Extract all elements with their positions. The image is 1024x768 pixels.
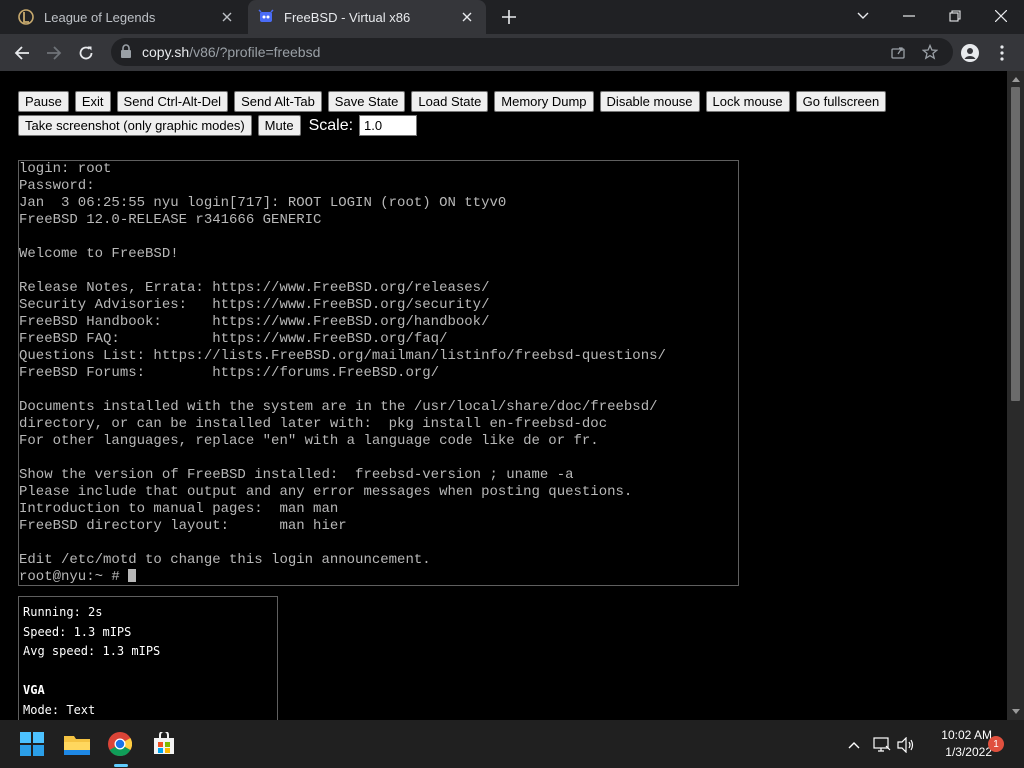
pause-button[interactable]: Pause <box>18 91 69 112</box>
browser-tab-strip: League of Legends FreeBSD - Virtual x86 <box>0 0 1024 34</box>
terminal-line: Jan 3 06:25:55 nyu login[717]: ROOT LOGI… <box>19 195 507 211</box>
disable-mouse-button[interactable]: Disable mouse <box>599 91 700 112</box>
terminal-line: Welcome to FreeBSD! <box>19 246 179 262</box>
notification-badge[interactable]: 1 <box>988 736 1004 752</box>
close-tab-icon[interactable] <box>458 8 476 26</box>
terminal-line: Show the version of FreeBSD installed: f… <box>19 467 574 483</box>
mute-button[interactable]: Mute <box>257 115 301 136</box>
network-icon[interactable] <box>873 736 891 754</box>
taskbar: 10:02 AM 1/3/2022 <box>0 720 1024 768</box>
windows-start-icon[interactable] <box>16 728 48 760</box>
profile-avatar-icon[interactable] <box>956 39 984 67</box>
terminal-line: directory, or can be installed later wit… <box>19 416 608 432</box>
page-scrollbar[interactable] <box>1007 71 1024 720</box>
volume-icon[interactable] <box>897 736 915 754</box>
url-text: copy.sh/v86/?profile=freebsd <box>142 44 320 60</box>
text-cursor <box>128 569 137 582</box>
controls-row-2: Take screenshot (only graphic modes) Mut… <box>18 115 418 136</box>
terminal-line: Questions List: https://lists.FreeBSD.or… <box>19 348 666 364</box>
tab-freebsd-virtual-x86[interactable]: FreeBSD - Virtual x86 <box>248 0 486 34</box>
new-tab-plus-icon[interactable] <box>499 7 519 27</box>
close-window-icon[interactable] <box>978 0 1024 32</box>
share-icon[interactable] <box>889 43 907 61</box>
page-content: Pause Exit Send Ctrl-Alt-Del Send Alt-Ta… <box>0 71 1007 720</box>
back-arrow-icon[interactable] <box>8 39 36 67</box>
emulator-info-panel: Running: 2s Speed: 1.3 mIPS Avg speed: 1… <box>18 596 278 720</box>
controls-row-1: Pause Exit Send Ctrl-Alt-Del Send Alt-Ta… <box>18 91 892 112</box>
scroll-up-arrow-icon[interactable] <box>1011 75 1020 84</box>
terminal-output: login: root Password: Jan 3 06:25:55 nyu l… <box>19 161 666 586</box>
speed-value: Speed: 1.3 mIPS <box>23 624 132 639</box>
avg-speed-value: Avg speed: 1.3 mIPS <box>23 644 161 658</box>
terminal-line: Edit /etc/motd to change this login anno… <box>19 552 431 568</box>
exit-button[interactable]: Exit <box>74 91 111 112</box>
terminal-line: Password: <box>19 178 95 194</box>
go-fullscreen-button[interactable]: Go fullscreen <box>795 91 887 112</box>
file-explorer-icon[interactable] <box>61 728 93 760</box>
tab-title: FreeBSD - Virtual x86 <box>284 9 411 25</box>
forward-arrow-icon[interactable] <box>40 39 68 67</box>
system-clock[interactable]: 10:02 AM 1/3/2022 <box>920 727 992 761</box>
tab-search-chevron-icon[interactable] <box>840 0 886 32</box>
emulator-screen[interactable]: login: root Password: Jan 3 06:25:55 nyu l… <box>18 160 739 586</box>
terminal-line: Release Notes, Errata: https://www.FreeB… <box>19 280 490 296</box>
show-hidden-icons-chevron-icon[interactable] <box>845 736 863 754</box>
terminal-line: Security Advisories: https://www.FreeBSD… <box>19 297 490 313</box>
terminal-line: Documents installed with the system are … <box>19 399 658 415</box>
v86-icon <box>258 9 274 25</box>
terminal-line: Introduction to manual pages: man man <box>19 501 339 517</box>
vga-heading: VGA <box>23 683 45 697</box>
terminal-line: For other languages, replace "en" with a… <box>19 433 599 449</box>
lock-icon[interactable] <box>120 44 132 63</box>
terminal-line: FreeBSD directory layout: man hier <box>19 518 347 534</box>
more-menu-icon[interactable] <box>988 39 1016 67</box>
shell-prompt: root@nyu:~ # <box>19 569 129 585</box>
memory-dump-button[interactable]: Memory Dump <box>494 91 594 112</box>
active-app-indicator <box>114 764 128 767</box>
send-ctrl-alt-del-button[interactable]: Send Ctrl-Alt-Del <box>116 91 229 112</box>
restore-icon[interactable] <box>932 0 978 32</box>
chrome-icon[interactable] <box>104 728 136 760</box>
address-bar[interactable]: copy.sh/v86/?profile=freebsd <box>111 38 953 66</box>
league-of-legends-icon <box>18 9 34 25</box>
url-path: /v86/?profile=freebsd <box>189 44 321 60</box>
bookmark-star-icon[interactable] <box>921 43 939 61</box>
minimize-icon[interactable] <box>886 0 932 32</box>
scrollbar-thumb[interactable] <box>1011 87 1020 401</box>
take-screenshot-button[interactable]: Take screenshot (only graphic modes) <box>18 115 252 136</box>
lock-mouse-button[interactable]: Lock mouse <box>705 91 790 112</box>
load-state-button[interactable]: Load State <box>411 91 489 112</box>
clock-date: 1/3/2022 <box>945 745 992 759</box>
browser-toolbar: copy.sh/v86/?profile=freebsd <box>0 34 1024 71</box>
tab-league-of-legends[interactable]: League of Legends <box>8 0 246 34</box>
url-host: copy.sh <box>142 44 190 60</box>
reload-icon[interactable] <box>72 39 100 67</box>
terminal-line: FreeBSD Forums: https://forums.FreeBSD.o… <box>19 365 440 381</box>
scale-label: Scale: <box>308 116 354 134</box>
scale-input[interactable] <box>359 115 418 136</box>
terminal-line: login: root <box>19 161 112 177</box>
terminal-line: Please include that output and any error… <box>19 484 633 500</box>
send-alt-tab-button[interactable]: Send Alt-Tab <box>234 91 322 112</box>
scroll-down-arrow-icon[interactable] <box>1011 707 1020 716</box>
microsoft-store-icon[interactable] <box>148 728 180 760</box>
save-state-button[interactable]: Save State <box>327 91 406 112</box>
vga-mode: Mode: Text <box>23 702 96 717</box>
close-tab-icon[interactable] <box>218 8 236 26</box>
terminal-prompt-line: root@nyu:~ # <box>19 569 666 586</box>
terminal-line: FreeBSD Handbook: https://www.FreeBSD.or… <box>19 314 490 330</box>
tab-title: League of Legends <box>44 9 156 25</box>
terminal-line: FreeBSD 12.0-RELEASE r341666 GENERIC <box>19 212 322 228</box>
terminal-line: FreeBSD FAQ: https://www.FreeBSD.org/faq… <box>19 331 448 347</box>
running-time: Running: 2s <box>23 605 103 619</box>
clock-time: 10:02 AM <box>941 728 992 742</box>
